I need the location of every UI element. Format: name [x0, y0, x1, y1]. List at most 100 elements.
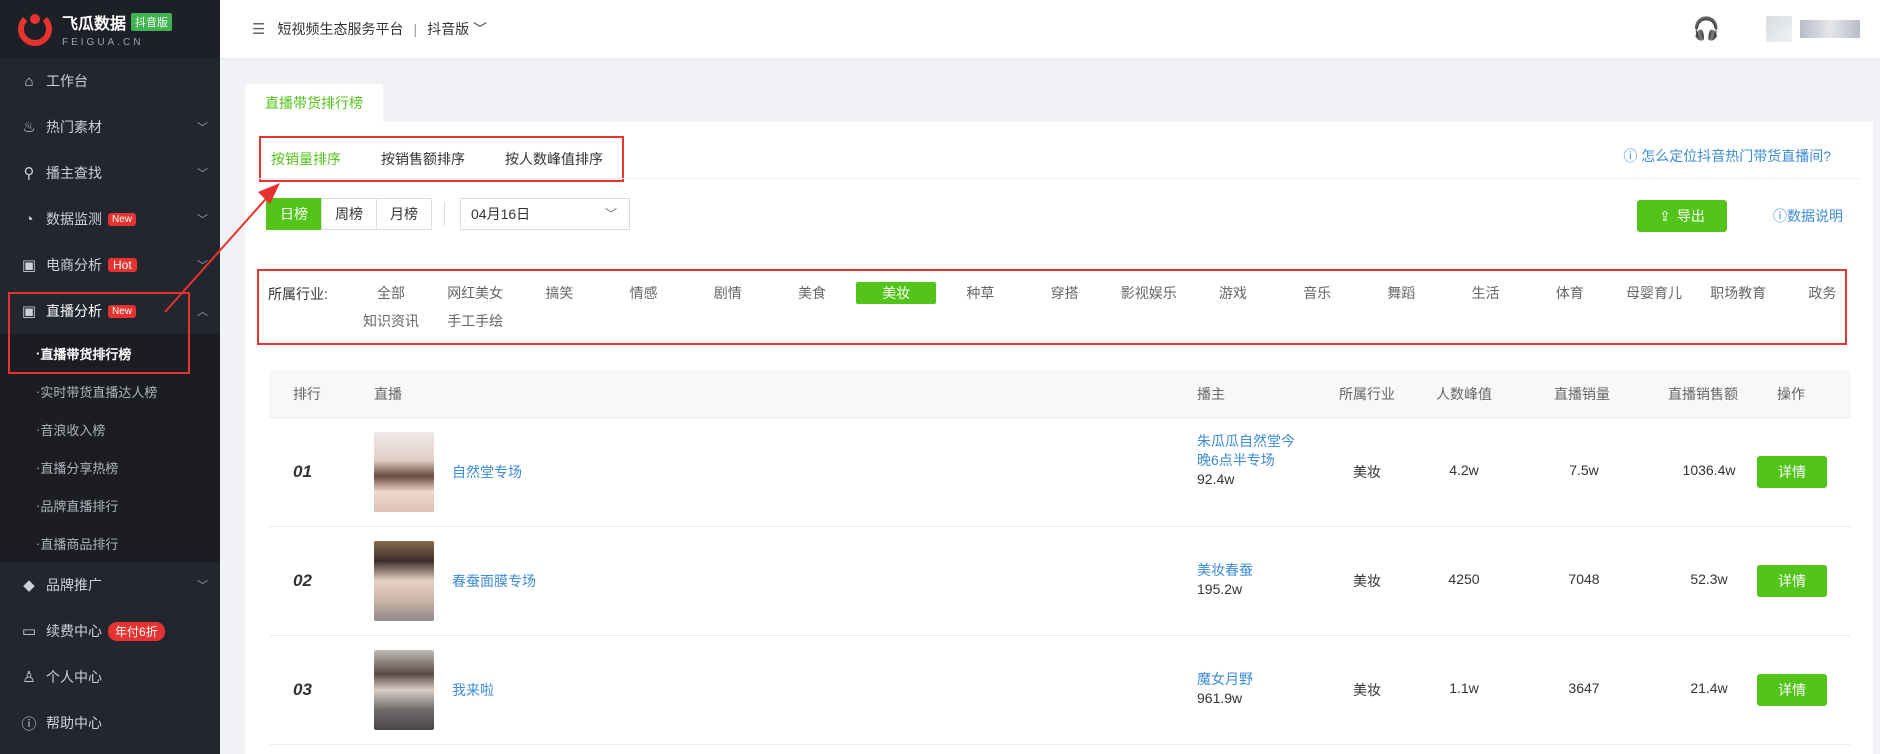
question-icon: ⓘ	[1623, 148, 1638, 164]
industry-option[interactable]: 网红美女	[435, 282, 515, 304]
tab-live-sales-rank[interactable]: 直播带货排行榜	[245, 84, 383, 122]
industry-option[interactable]: 游戏	[1193, 282, 1273, 304]
shop-bag-icon: ▣	[21, 257, 37, 274]
sidebar-subitem-brand-live-rank[interactable]: · 品牌直播排行	[0, 486, 220, 524]
industry-option[interactable]: 情感	[604, 282, 684, 304]
industry-option[interactable]: 搞笑	[519, 282, 599, 304]
username-blurred	[1800, 20, 1860, 38]
industry-option[interactable]: 职场教育	[1698, 282, 1778, 304]
industry-option[interactable]: 美食	[772, 282, 852, 304]
sort-by-peak[interactable]: 按人数峰值排序	[505, 149, 603, 169]
headset-icon[interactable]: 🎧	[1693, 16, 1720, 42]
date-select[interactable]: 04月16日 ﹀	[460, 198, 630, 230]
live-thumbnail[interactable]	[374, 432, 434, 512]
divider	[259, 178, 1859, 179]
sort-by-volume[interactable]: 按销量排序	[271, 149, 341, 169]
version-select[interactable]: 抖音版 ﹀	[427, 19, 487, 39]
menu-toggle-icon[interactable]: ☰	[252, 20, 265, 38]
industry-filter: 所属行业: 全部 网红美女 搞笑 情感 剧情 美食 美妆 种草 穿搭 影视娱乐 游戏 音乐 舞蹈 生活 体育…	[257, 269, 1847, 345]
industry-option[interactable]: 穿搭	[1025, 282, 1105, 304]
sidebar-item-help[interactable]: ⓘ 帮助中心	[0, 700, 220, 746]
table-header: 排行 直播 播主 所属行业 人数峰值 直播销量 直播销售额 操作	[269, 370, 1851, 418]
sort-by-revenue[interactable]: 按销售额排序	[381, 149, 465, 169]
help-link[interactable]: ⓘ 怎么定位抖音热门带货直播间?	[1623, 146, 1831, 166]
industry-option[interactable]: 舞蹈	[1361, 282, 1441, 304]
industry-option[interactable]: 音乐	[1277, 282, 1357, 304]
sidebar-subitem-realtime-live-rank[interactable]: · 实时带货直播达人榜	[0, 372, 220, 410]
col-sales: 直播销量	[1554, 386, 1610, 402]
industry-option[interactable]: 种草	[940, 282, 1020, 304]
brand-domain: FEIGUA.CN	[62, 37, 144, 48]
host-link[interactable]: 魔女月野	[1197, 671, 1253, 687]
sidebar-item-brand-promotion[interactable]: ◆ 品牌推广 ﹀	[0, 562, 220, 608]
industry-label: 所属行业:	[268, 286, 328, 302]
sidebar-item-host-search[interactable]: ⚲ 播主查找 ﹀	[0, 150, 220, 196]
sidebar-subitem-live-share-rank[interactable]: · 直播分享热榜	[0, 448, 220, 486]
sidebar-item-label: 续费中心	[46, 623, 102, 639]
col-rank: 排行	[293, 386, 321, 402]
peak-value: 1.1w	[1449, 680, 1479, 696]
chevron-down-icon: ﹀	[197, 122, 208, 134]
detail-button[interactable]: 详情	[1757, 674, 1827, 706]
live-thumbnail[interactable]	[374, 541, 434, 621]
period-monthly[interactable]: 月榜	[376, 198, 432, 230]
live-title[interactable]: 自然堂专场	[452, 462, 522, 482]
industry-option[interactable]: 全部	[351, 282, 431, 304]
sidebar-subitem-live-product-rank[interactable]: · 直播商品排行	[0, 524, 220, 562]
export-button[interactable]: ⇪ 导出	[1637, 200, 1727, 232]
sidebar-item-label: 工作台	[46, 73, 88, 89]
detail-button[interactable]: 详情	[1757, 565, 1827, 597]
sidebar-item-label: 电商分析	[46, 257, 102, 273]
industry-value: 美妆	[1353, 464, 1381, 480]
host-link[interactable]: 朱瓜瓜自然堂今晚6点半专场	[1197, 433, 1295, 468]
user-icon: ♙	[22, 669, 36, 686]
col-industry: 所属行业	[1339, 386, 1395, 402]
sales-value: 7.5w	[1569, 462, 1599, 478]
peak-value: 4.2w	[1449, 462, 1479, 478]
chevron-down-icon: ﹀	[604, 207, 617, 221]
detail-button[interactable]: 详情	[1757, 456, 1827, 488]
industry-option[interactable]: 生活	[1446, 282, 1526, 304]
period-switch: 日榜 周榜 月榜	[266, 198, 432, 230]
col-peak: 人数峰值	[1436, 386, 1492, 402]
industry-option[interactable]: 政务	[1782, 282, 1862, 304]
header-separator: |	[413, 21, 418, 37]
sidebar-item-ecommerce[interactable]: ▣ 电商分析 Hot ﹀	[0, 242, 220, 288]
top-header: ☰ 短视频生态服务平台 | 抖音版 ﹀ 🎧	[220, 0, 1880, 58]
sidebar-item-data-monitor[interactable]: ◔ 数据监测 New ﹀	[0, 196, 220, 242]
sidebar-item-hot-material[interactable]: ♨ 热门素材 ﹀	[0, 104, 220, 150]
page-tabbar: 直播带货排行榜	[245, 84, 383, 122]
industry-option[interactable]: 母婴育儿	[1614, 282, 1694, 304]
home-icon: ⌂	[24, 72, 34, 90]
sidebar-item-label: 品牌推广	[46, 577, 102, 593]
industry-value: 美妆	[1353, 682, 1381, 698]
industry-option[interactable]: 美妆	[856, 282, 937, 304]
user-menu[interactable]	[1766, 16, 1860, 42]
platform-name: 短视频生态服务平台	[277, 21, 404, 37]
sidebar-item-workbench[interactable]: ⌂ 工作台	[0, 58, 220, 104]
industry-option[interactable]: 手工手绘	[435, 310, 515, 332]
sidebar-item-personal[interactable]: ♙ 个人中心	[0, 654, 220, 700]
logo[interactable]: 飞瓜数据 抖音版 FEIGUA.CN	[0, 0, 220, 58]
host-cell: 朱瓜瓜自然堂今晚6点半专场 92.4w	[1197, 432, 1297, 489]
sidebar-subitem-sound-income-rank[interactable]: · 音浪收入榜	[0, 410, 220, 448]
sidebar-item-label: 热门素材	[46, 119, 102, 135]
industry-option[interactable]: 体育	[1530, 282, 1610, 304]
data-description-link[interactable]: ⓘ数据说明	[1773, 206, 1843, 226]
industry-option[interactable]: 影视娱乐	[1109, 282, 1189, 304]
period-daily[interactable]: 日榜	[266, 198, 322, 230]
main-panel: 按销量排序 按销售额排序 按人数峰值排序 ⓘ 怎么定位抖音热门带货直播间? 日榜…	[245, 122, 1873, 754]
chevron-down-icon: ﹀	[197, 214, 208, 226]
host-link[interactable]: 美妆春蚕	[1197, 562, 1253, 578]
live-title[interactable]: 春蚕面膜专场	[452, 571, 536, 591]
industry-option[interactable]: 剧情	[688, 282, 768, 304]
search-icon: ⚲	[23, 165, 35, 182]
brand-name: 飞瓜数据	[62, 16, 127, 33]
period-weekly[interactable]: 周榜	[321, 198, 377, 230]
industry-option[interactable]: 知识资讯	[351, 310, 431, 332]
live-title[interactable]: 我来啦	[452, 680, 494, 700]
sidebar-item-renewal[interactable]: ▭ 续费中心 年付6折	[0, 608, 220, 654]
peak-value: 4250	[1448, 571, 1480, 587]
divider	[444, 202, 445, 226]
live-thumbnail[interactable]	[374, 650, 434, 730]
